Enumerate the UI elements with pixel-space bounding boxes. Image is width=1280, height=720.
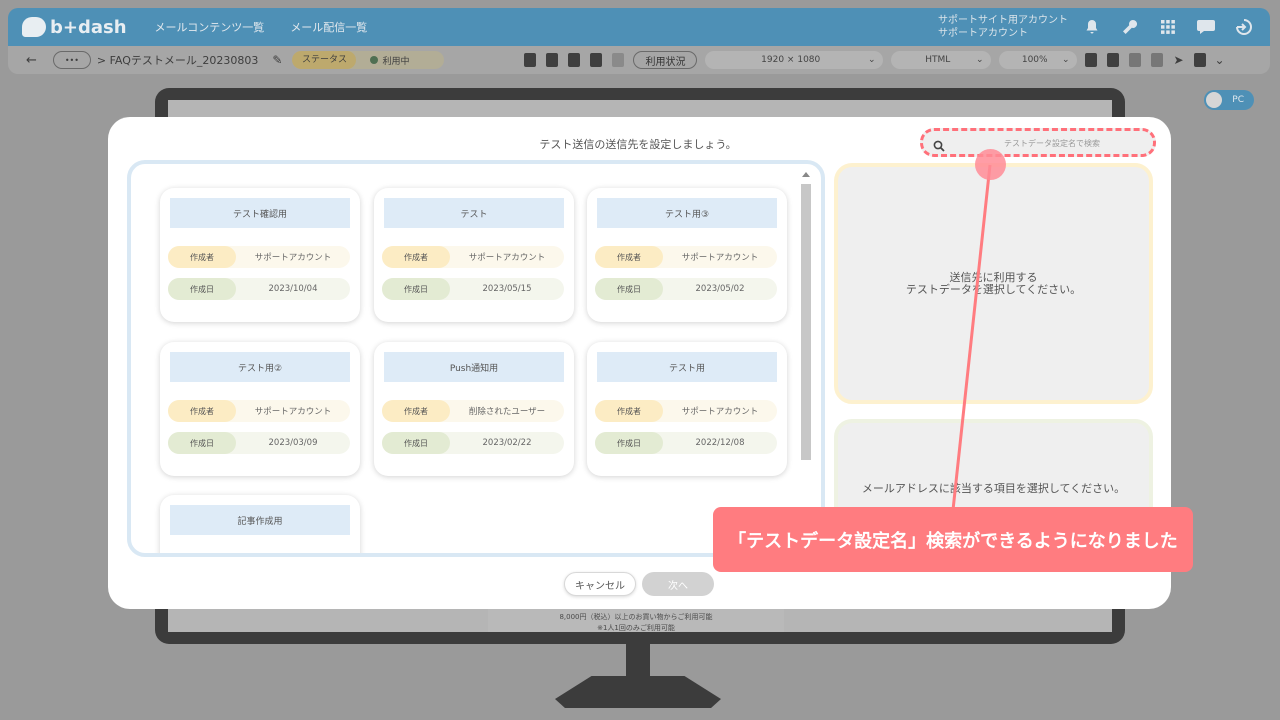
check-circle-icon [370, 56, 379, 64]
usage-button[interactable]: 利用状況 [633, 51, 698, 69]
card-author-row: 作成者 サポートアカウント [595, 246, 777, 268]
card-author-row: 作成者 サポートアカウント [382, 246, 564, 268]
monitor-base [555, 676, 721, 708]
edit-icon[interactable] [524, 53, 537, 67]
image-icon[interactable] [1151, 53, 1164, 67]
test-data-cards: テスト確認用 作成者 サポートアカウント 作成日 2023/10/04 テスト 作成… [156, 184, 796, 557]
logout-icon[interactable] [1234, 17, 1254, 37]
card-date-row: 作成日 2022/12/08 [595, 432, 777, 454]
html-file-icon[interactable] [1085, 53, 1098, 67]
feature-callout: 「テストデータ設定名」検索ができるようになりました [713, 507, 1193, 572]
card-date-row: 作成日 2023/05/15 [382, 278, 564, 300]
monitor-neck [626, 644, 650, 680]
copy-icon[interactable] [546, 53, 559, 67]
test-data-card[interactable]: テスト用② 作成者 サポートアカウント 作成日 2023/03/09 [160, 342, 360, 476]
test-data-card[interactable]: Push通知用 作成者 削除されたユーザー 作成日 2023/02/22 [374, 342, 574, 476]
app-header: b+dash メールコンテンツ一覧 メール配信一覧 サポートサイト用アカウント … [8, 8, 1270, 46]
view-mode-toggle[interactable]: PC [1204, 90, 1254, 110]
document-icon[interactable] [1193, 53, 1206, 67]
select-prompt-line: テストデータを選択してください。 [905, 282, 1082, 296]
select-prompt-line: 送信先に利用する [949, 270, 1038, 284]
test-data-card[interactable]: テスト 作成者 サポートアカウント 作成日 2023/05/15 [374, 188, 574, 322]
wrench-icon[interactable] [1120, 17, 1140, 37]
preview-note: 8,000円（税込）以上のお買い物からご利用可能 [559, 613, 713, 621]
card-date-row: 作成日 2023/02/22 [382, 432, 564, 454]
test-data-list-panel: テスト確認用 作成者 サポートアカウント 作成日 2023/10/04 テスト 作成… [127, 160, 825, 557]
callout-pointer-dot [975, 149, 1006, 180]
card-title: テスト [384, 198, 564, 228]
preview-note: ※1人1回のみご利用可能 [597, 624, 675, 632]
bell-icon[interactable] [1082, 17, 1102, 37]
app-logo[interactable]: b+dash [22, 17, 127, 38]
test-data-search[interactable] [920, 128, 1156, 157]
card-date-row: 作成日 2023/05/02 [595, 278, 777, 300]
card-title: テスト用③ [597, 198, 777, 228]
toggle-knob [1206, 92, 1222, 108]
zoom-select[interactable]: 100% ⌄ [999, 51, 1078, 69]
logo-bubble-icon [22, 17, 46, 37]
nav-mail-delivery[interactable]: メール配信一覧 [290, 19, 367, 35]
archive-icon[interactable] [590, 53, 603, 67]
card-author-row: 作成者 サポートアカウント [168, 246, 350, 268]
scroll-up-arrow-icon[interactable] [802, 172, 810, 177]
next-button[interactable]: 次へ [642, 572, 714, 596]
pencil-icon[interactable]: ✎ [272, 53, 282, 67]
trash-icon[interactable] [568, 53, 581, 67]
chat-help-icon[interactable] [1196, 17, 1216, 37]
more-button[interactable]: ••• [52, 51, 91, 69]
chevron-down-icon: ⌄ [975, 55, 984, 65]
test-data-card[interactable]: 記事作成用 [160, 495, 360, 557]
card-title: テスト用 [597, 352, 777, 382]
card-author-row: 作成者 サポートアカウント [595, 400, 777, 422]
test-data-card[interactable]: テスト用 作成者 サポートアカウント 作成日 2022/12/08 [587, 342, 787, 476]
card-title: テスト確認用 [170, 198, 350, 228]
cancel-button[interactable]: キャンセル [564, 572, 636, 596]
export-icon[interactable] [612, 53, 625, 67]
clipboard-icon[interactable] [1107, 53, 1120, 67]
breadcrumb: > FAQテストメール_20230803 [96, 54, 259, 67]
chevron-down-icon: ⌄ [867, 55, 876, 65]
account-info[interactable]: サポートサイト用アカウント サポートアカウント [938, 14, 1068, 40]
card-date-row: 作成日 2023/10/04 [168, 278, 350, 300]
content-toolbar: ← ••• > FAQテストメール_20230803 ✎ ステータス 利用中 利… [8, 46, 1270, 74]
card-title: テスト用② [170, 352, 350, 382]
card-author-row [168, 553, 350, 557]
search-icon [933, 137, 945, 152]
resolution-select[interactable]: 1920 × 1080 ⌄ [705, 51, 884, 69]
nav-mail-contents[interactable]: メールコンテンツ一覧 [155, 19, 265, 35]
list-scrollbar[interactable] [801, 184, 811, 460]
card-title: 記事作成用 [170, 505, 350, 535]
status-badge: ステータス 利用中 [292, 51, 445, 69]
field-prompt: メールアドレスに該当する項目を選択してください。 [861, 482, 1126, 495]
grid-menu-icon[interactable] [1158, 17, 1178, 37]
user-card-icon[interactable] [1129, 53, 1142, 67]
card-author-row: 作成者 削除されたユーザー [382, 400, 564, 422]
test-data-card[interactable]: テスト用③ 作成者 サポートアカウント 作成日 2023/05/02 [587, 188, 787, 322]
selected-test-data-panel: 送信先に利用する テストデータを選択してください。 [834, 163, 1153, 404]
back-arrow-icon[interactable]: ← [26, 53, 37, 68]
send-icon[interactable]: ➤ [1173, 53, 1183, 67]
card-date-row: 作成日 2023/03/09 [168, 432, 350, 454]
card-author-row: 作成者 サポートアカウント [168, 400, 350, 422]
search-input[interactable] [953, 134, 1151, 152]
format-select[interactable]: HTML ⌄ [891, 51, 992, 69]
card-title: Push通知用 [384, 352, 564, 382]
expand-chevron-icon[interactable]: ⌄ [1215, 53, 1225, 67]
chevron-down-icon: ⌄ [1061, 55, 1070, 65]
test-data-card[interactable]: テスト確認用 作成者 サポートアカウント 作成日 2023/10/04 [160, 188, 360, 322]
